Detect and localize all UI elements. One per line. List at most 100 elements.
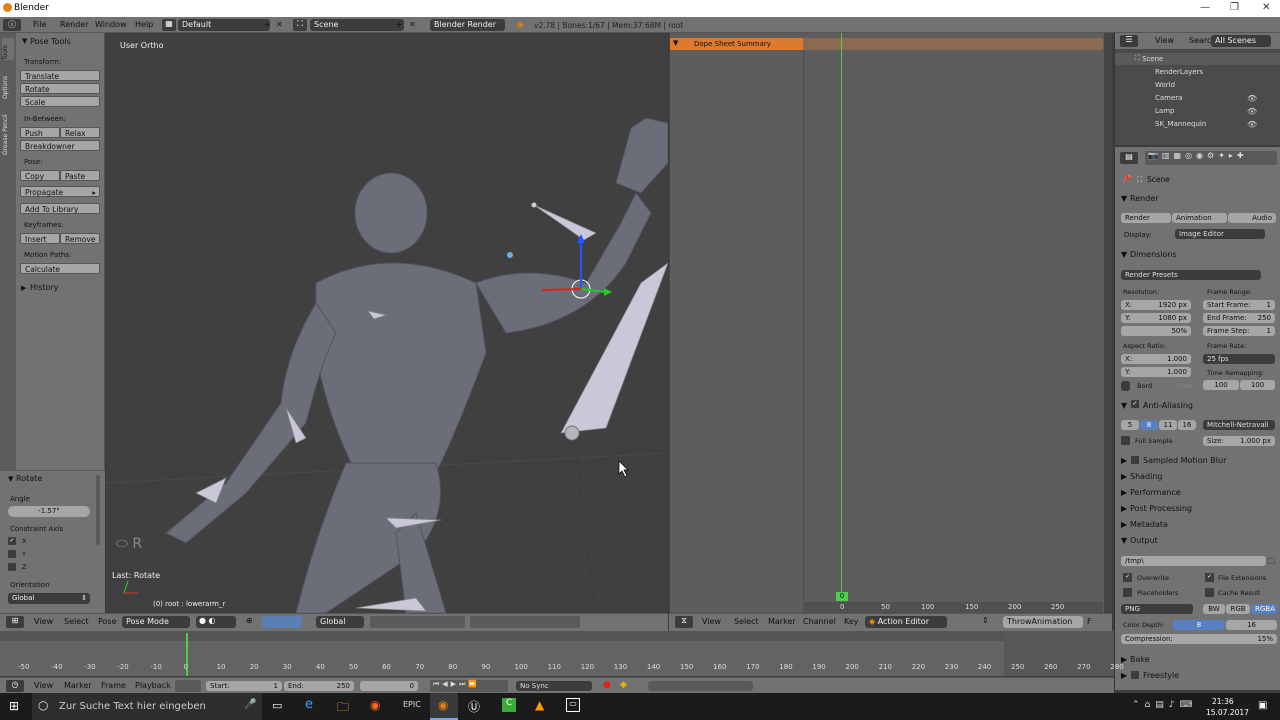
render-section[interactable]: Render [1130, 194, 1158, 203]
tab-tools[interactable]: Tools [2, 38, 14, 60]
properties-editor[interactable]: ▤ 📷▥▦◎◉⚙✦▸✚ 📌 ⛶ Scene ▼ Render Render An… [1114, 147, 1280, 690]
pivot-icon[interactable]: ⊕ [246, 616, 253, 625]
aa-size-field[interactable]: Size: 1.000 px [1203, 436, 1275, 446]
aa-checkbox[interactable]: ✓ [1131, 400, 1139, 408]
remove-keyframe-button[interactable]: Remove [60, 233, 100, 244]
display-dropdown[interactable]: Image Editor [1175, 229, 1265, 239]
summary-track[interactable] [803, 38, 1103, 50]
taskbar-search[interactable]: ○ Zur Suche Text hier eingeben 🎤 [32, 693, 262, 720]
manipulator-toggle[interactable] [262, 616, 302, 628]
color-depth-8[interactable]: 8 [1173, 620, 1225, 630]
menu-view[interactable]: View [702, 617, 721, 626]
timeline-editor[interactable]: -50 -40 -30 -20 -10 0 10 20 30 40 50 60 70 80 90 100 110… [0, 631, 1124, 676]
tab-options[interactable]: Options [2, 65, 14, 99]
redo-collapse-icon[interactable]: ▼ [8, 475, 13, 483]
end-frame-field[interactable]: End: 250 [284, 681, 354, 691]
file-format-dropdown[interactable]: PNG [1121, 604, 1193, 614]
push-button[interactable]: Push [20, 127, 60, 138]
full-sample-checkbox[interactable] [1121, 436, 1130, 445]
angle-field[interactable]: -1.57° [8, 506, 90, 517]
audio-button[interactable]: Audio [1228, 213, 1276, 223]
dope-sheet-editor[interactable]: ▼ Dope Sheet Summary 0 0 50 100 150 200 … [669, 33, 1112, 613]
menu-window[interactable]: Window [95, 20, 127, 29]
firefox-icon[interactable]: ◉ [370, 698, 380, 712]
viewport-scene[interactable] [106, 33, 668, 613]
keying-set-field[interactable] [648, 681, 753, 691]
scene-dropdown[interactable]: Scene [310, 19, 404, 31]
frame-step-field[interactable]: Frame Step: 1 [1203, 326, 1275, 336]
dope-sheet-ruler[interactable]: 0 50 100 150 200 250 [803, 602, 1103, 613]
aa-samples-11[interactable]: 11 [1159, 420, 1177, 430]
outliner-item-scene[interactable]: ⛶ Scene [1115, 53, 1280, 65]
outliner-item-lamp[interactable]: Lamp [1155, 107, 1174, 115]
outliner-item-camera[interactable]: Camera [1155, 94, 1182, 102]
axis-y-checkbox[interactable] [8, 550, 16, 558]
windows-start-icon[interactable]: ⊞ [9, 699, 19, 713]
current-frame-field[interactable]: 0 [360, 681, 418, 691]
menu-marker[interactable]: Marker [64, 681, 92, 690]
remove-scene-icon[interactable]: ✕ [409, 20, 416, 29]
paste-pose-button[interactable]: Paste [60, 170, 100, 181]
rgba-button[interactable]: RGBA [1251, 604, 1277, 614]
aa-samples-16[interactable]: 16 [1178, 420, 1196, 430]
add-layout-icon[interactable]: + [264, 20, 271, 29]
placeholders-checkbox[interactable] [1123, 588, 1132, 597]
rgb-button[interactable]: RGB [1226, 604, 1250, 614]
dope-sheet-scrollbar[interactable] [1104, 33, 1112, 613]
motion-blur-arrow[interactable]: ▶ [1121, 456, 1127, 465]
file-explorer-icon[interactable]: 🗀 [337, 698, 349, 719]
cache-result-checkbox[interactable] [1205, 588, 1214, 597]
aspect-x-field[interactable]: X: 1.000 [1121, 354, 1191, 364]
dope-sheet-mode-dropdown[interactable]: ◆ Action Editor [865, 616, 947, 628]
freestyle-section[interactable]: Freestyle [1143, 671, 1179, 680]
shading-section[interactable]: Shading [1130, 472, 1163, 481]
transform-orientation-dropdown[interactable]: Global [316, 616, 364, 628]
history-panel[interactable]: History [30, 283, 58, 292]
sync-mode-dropdown[interactable]: No Sync [516, 681, 592, 691]
aspect-y-field[interactable]: Y: 1.000 [1121, 367, 1191, 377]
editor-type-icon[interactable]: ⊞ [6, 616, 24, 628]
action-browse-icon[interactable]: ⇕ [982, 616, 992, 628]
menu-view[interactable]: View [34, 681, 53, 690]
playback-controls[interactable]: ⏮◀▶⏭⏩ [430, 680, 508, 692]
freestyle-arrow[interactable]: ▶ [1121, 671, 1127, 680]
menu-key[interactable]: Key [844, 617, 859, 626]
system-tray-icons[interactable]: ⌃⌂▤♪⌨ [1132, 700, 1198, 710]
add-to-library-button[interactable]: Add To Library [20, 203, 100, 214]
app-green-icon[interactable]: C [502, 698, 516, 712]
breakdowner-button[interactable]: Breakdowner [20, 140, 100, 151]
fake-user-toggle[interactable]: F [1087, 617, 1092, 626]
shading-arrow[interactable]: ▶ [1121, 472, 1127, 481]
render-engine-dropdown[interactable]: Blender Render [430, 19, 505, 31]
propagate-button[interactable]: Propagate ▸ [20, 186, 100, 197]
calculate-button[interactable]: Calculate [20, 263, 100, 274]
menu-select[interactable]: Select [64, 617, 89, 626]
scale-button[interactable]: Scale [20, 96, 100, 107]
menu-view[interactable]: View [34, 617, 53, 626]
output-path-field[interactable]: /tmp\ [1121, 556, 1266, 566]
summary-expand-icon[interactable]: ▼ [673, 39, 678, 47]
compression-slider[interactable]: Compression: 15% [1121, 634, 1277, 644]
motion-blur-checkbox[interactable] [1131, 456, 1139, 464]
output-section[interactable]: Output [1130, 536, 1158, 545]
overwrite-checkbox[interactable]: ✓ [1123, 573, 1132, 582]
app-icon[interactable]: EPIC [403, 700, 421, 709]
render-button[interactable]: Render [1121, 213, 1171, 223]
timeline-ruler[interactable]: -50 -40 -30 -20 -10 0 10 20 30 40 50 60 70 80 90 100 110… [0, 663, 1124, 673]
action-name-field[interactable]: ThrowAnimation [1003, 616, 1083, 628]
end-frame-field[interactable]: End Frame: 250 [1203, 313, 1275, 323]
preview-range-toggle[interactable] [175, 680, 201, 692]
axis-x-checkbox[interactable]: ✓ [8, 537, 16, 545]
visibility-eye-icon[interactable]: 👁 [1247, 94, 1257, 103]
clock-date[interactable]: 15.07.2017 [1206, 708, 1249, 717]
orientation-dropdown[interactable]: Global ⇕ [8, 593, 90, 604]
auto-keying-record-icon[interactable]: ● [603, 680, 611, 690]
aa-filter-dropdown[interactable]: Mitchell-Netravali [1203, 420, 1275, 430]
properties-context-tabs[interactable]: ▤ 📷▥▦◎◉⚙✦▸✚ [1115, 147, 1280, 169]
editor-type-icon[interactable]: ⓘ [3, 19, 21, 31]
menu-help[interactable]: Help [135, 20, 153, 29]
outliner-item-sk-mannequin[interactable]: SK_Mannequin [1155, 120, 1206, 128]
resolution-percent-field[interactable]: 50% [1121, 326, 1191, 336]
menu-file[interactable]: File [33, 20, 46, 29]
app-orange-icon[interactable]: ▲ [535, 698, 544, 712]
